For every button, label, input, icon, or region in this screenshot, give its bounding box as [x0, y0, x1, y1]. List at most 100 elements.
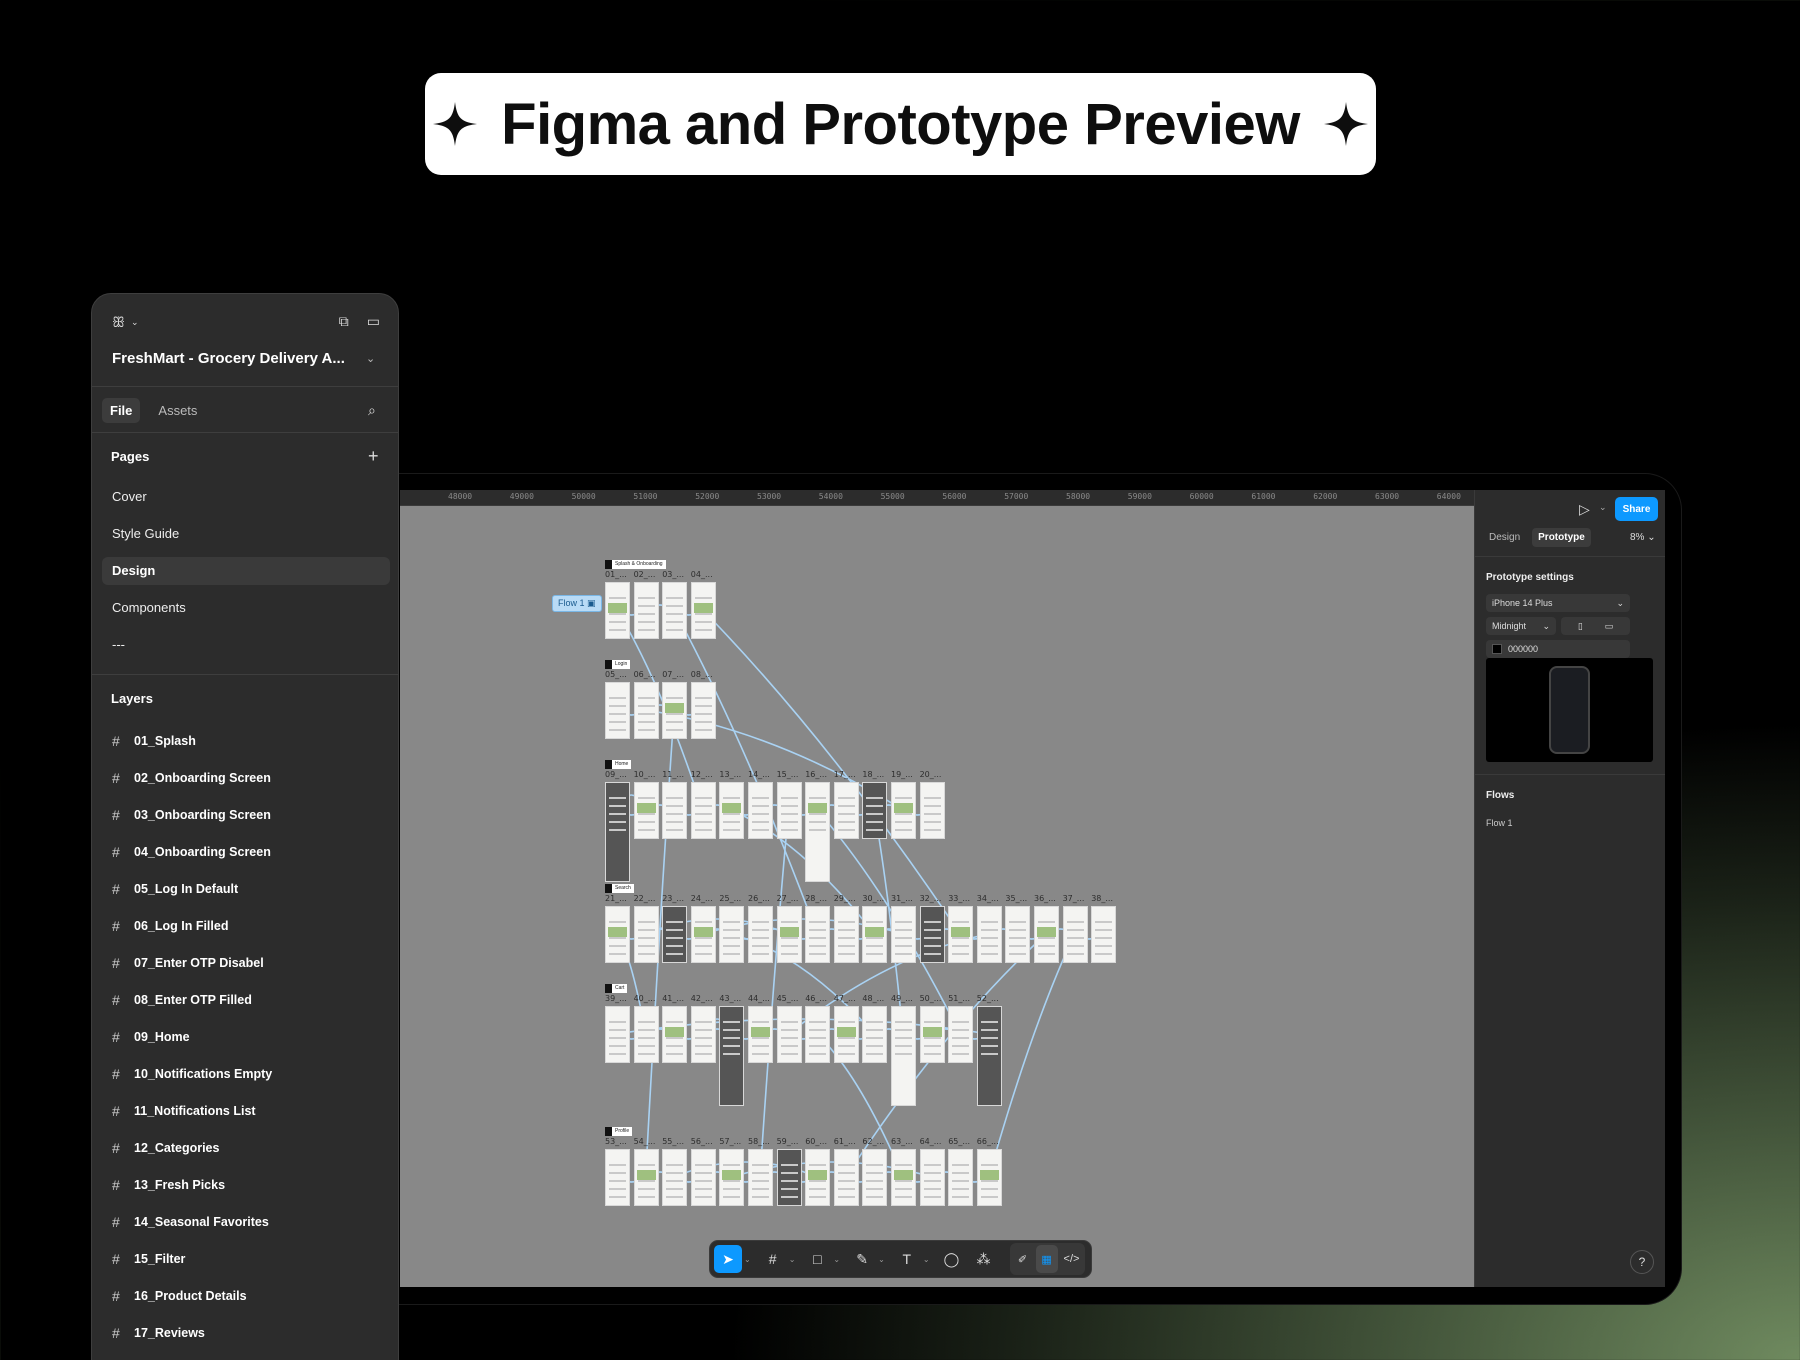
- screen-frame[interactable]: [633, 582, 659, 639]
- screen-frame[interactable]: [605, 1006, 630, 1063]
- screen-frame[interactable]: [605, 682, 630, 739]
- screen-frame[interactable]: [662, 1006, 688, 1063]
- layer-item[interactable]: #06_Log In Filled: [112, 916, 228, 936]
- help-button[interactable]: ?: [1630, 1250, 1654, 1274]
- screen-frame[interactable]: [633, 1149, 659, 1206]
- color-swatch[interactable]: [1492, 644, 1502, 654]
- screen-frame[interactable]: [833, 1006, 859, 1063]
- screen-frame[interactable]: [805, 906, 831, 963]
- screen-frame[interactable]: [805, 1006, 831, 1063]
- layer-item[interactable]: #12_Categories: [112, 1138, 219, 1158]
- screen-frame[interactable]: [976, 906, 1002, 963]
- screen-frame[interactable]: [662, 582, 688, 639]
- screen-frame[interactable]: [776, 1149, 802, 1206]
- chevron-down-icon[interactable]: ⌄: [878, 1255, 885, 1264]
- screen-frame[interactable]: [919, 782, 945, 839]
- page-item[interactable]: ---: [102, 631, 390, 659]
- screen-frame[interactable]: [633, 782, 659, 839]
- text-tool-icon[interactable]: T: [893, 1245, 921, 1273]
- frame-tool-icon[interactable]: #: [759, 1245, 787, 1273]
- screen-frame[interactable]: [976, 1006, 1002, 1106]
- screen-frame[interactable]: [948, 1149, 974, 1206]
- screen-frame[interactable]: [1091, 906, 1117, 963]
- tab-assets[interactable]: Assets: [150, 398, 205, 423]
- chevron-down-icon[interactable]: ⌄: [789, 1255, 796, 1264]
- screen-frame[interactable]: [862, 1006, 888, 1063]
- screen-frame[interactable]: [662, 682, 688, 739]
- search-icon[interactable]: ⌕: [368, 402, 376, 419]
- screen-frame[interactable]: [633, 1006, 659, 1063]
- screen-frame[interactable]: [633, 906, 659, 963]
- layer-item[interactable]: #13_Fresh Picks: [112, 1175, 225, 1195]
- design-mode-icon[interactable]: ▦: [1035, 1245, 1058, 1273]
- screen-frame[interactable]: [776, 1006, 802, 1063]
- screen-frame[interactable]: [662, 906, 688, 963]
- screen-frame[interactable]: [976, 1149, 1002, 1206]
- sidebar-toggle-icon[interactable]: ▭: [367, 313, 380, 330]
- chevron-down-icon[interactable]: ⌄: [1599, 502, 1607, 513]
- screen-frame[interactable]: [690, 1006, 716, 1063]
- layer-item[interactable]: #04_Onboarding Screen: [112, 842, 271, 862]
- pen-tool-icon[interactable]: ✎: [848, 1245, 876, 1273]
- page-item[interactable]: Components: [102, 594, 390, 622]
- screen-frame[interactable]: [633, 682, 659, 739]
- screen-frame[interactable]: [719, 1149, 745, 1206]
- screen-frame[interactable]: [891, 906, 916, 963]
- screen-frame[interactable]: [1034, 906, 1059, 963]
- layer-item[interactable]: #16_Product Details: [112, 1286, 247, 1306]
- screen-frame[interactable]: [748, 906, 773, 963]
- screen-frame[interactable]: [1062, 906, 1088, 963]
- add-page-icon[interactable]: +: [368, 446, 379, 467]
- layer-item[interactable]: #02_Onboarding Screen: [112, 768, 271, 788]
- draw-mode-icon[interactable]: ✐: [1012, 1245, 1034, 1273]
- main-menu[interactable]: ꕥ ⌄: [112, 314, 139, 331]
- flow-start-tag[interactable]: Flow 1 ▣: [552, 595, 602, 612]
- move-tool-icon[interactable]: ➤: [714, 1245, 742, 1273]
- layer-item[interactable]: #10_Notifications Empty: [112, 1064, 272, 1084]
- portrait-icon[interactable]: ▯: [1578, 621, 1583, 632]
- screen-frame[interactable]: [690, 782, 716, 839]
- device-color-select[interactable]: Midnight ⌄: [1486, 617, 1556, 635]
- page-item[interactable]: Style Guide: [102, 520, 390, 548]
- layer-item[interactable]: #14_Seasonal Favorites: [112, 1212, 269, 1232]
- screen-frame[interactable]: [862, 782, 888, 839]
- layer-item[interactable]: #01_Splash: [112, 731, 196, 751]
- screen-frame[interactable]: [662, 782, 688, 839]
- layer-item[interactable]: #03_Onboarding Screen: [112, 805, 271, 825]
- screen-frame[interactable]: [948, 1006, 974, 1063]
- chevron-down-icon[interactable]: ⌄: [366, 352, 375, 365]
- screen-frame[interactable]: [605, 782, 630, 882]
- screen-frame[interactable]: [605, 582, 630, 639]
- screen-frame[interactable]: [719, 906, 745, 963]
- screen-frame[interactable]: [776, 782, 802, 839]
- screen-frame[interactable]: [862, 1149, 888, 1206]
- screen-frame[interactable]: [833, 906, 859, 963]
- tab-prototype[interactable]: Prototype: [1532, 528, 1591, 547]
- screen-frame[interactable]: [690, 1149, 716, 1206]
- tab-design[interactable]: Design: [1483, 528, 1526, 547]
- screen-frame[interactable]: [833, 782, 859, 839]
- screen-frame[interactable]: [690, 906, 716, 963]
- screen-frame[interactable]: [776, 906, 802, 963]
- resources-tool-icon[interactable]: ⁂: [970, 1245, 998, 1273]
- screen-frame[interactable]: [748, 1006, 773, 1063]
- ai-icon[interactable]: ⧉: [339, 313, 349, 330]
- device-select[interactable]: iPhone 14 Plus ⌄: [1486, 594, 1630, 612]
- screen-frame[interactable]: [833, 1149, 859, 1206]
- screen-frame[interactable]: [605, 906, 630, 963]
- screen-frame[interactable]: [719, 1006, 745, 1106]
- chevron-down-icon[interactable]: ⌄: [923, 1255, 930, 1264]
- screen-frame[interactable]: [805, 782, 831, 882]
- chevron-down-icon[interactable]: ⌄: [833, 1255, 840, 1264]
- chevron-down-icon[interactable]: ⌄: [744, 1255, 751, 1264]
- screen-frame[interactable]: [748, 1149, 773, 1206]
- layer-item[interactable]: #11_Notifications List: [112, 1101, 256, 1121]
- screen-frame[interactable]: [690, 582, 716, 639]
- comment-tool-icon[interactable]: ◯: [938, 1245, 966, 1273]
- background-color-field[interactable]: 000000: [1486, 640, 1630, 658]
- rectangle-tool-icon[interactable]: □: [803, 1245, 831, 1273]
- screen-frame[interactable]: [891, 1006, 916, 1106]
- layer-item[interactable]: #15_Filter: [112, 1249, 185, 1269]
- present-play-icon[interactable]: ▷: [1579, 501, 1590, 518]
- flow-item[interactable]: Flow 1: [1486, 818, 1513, 828]
